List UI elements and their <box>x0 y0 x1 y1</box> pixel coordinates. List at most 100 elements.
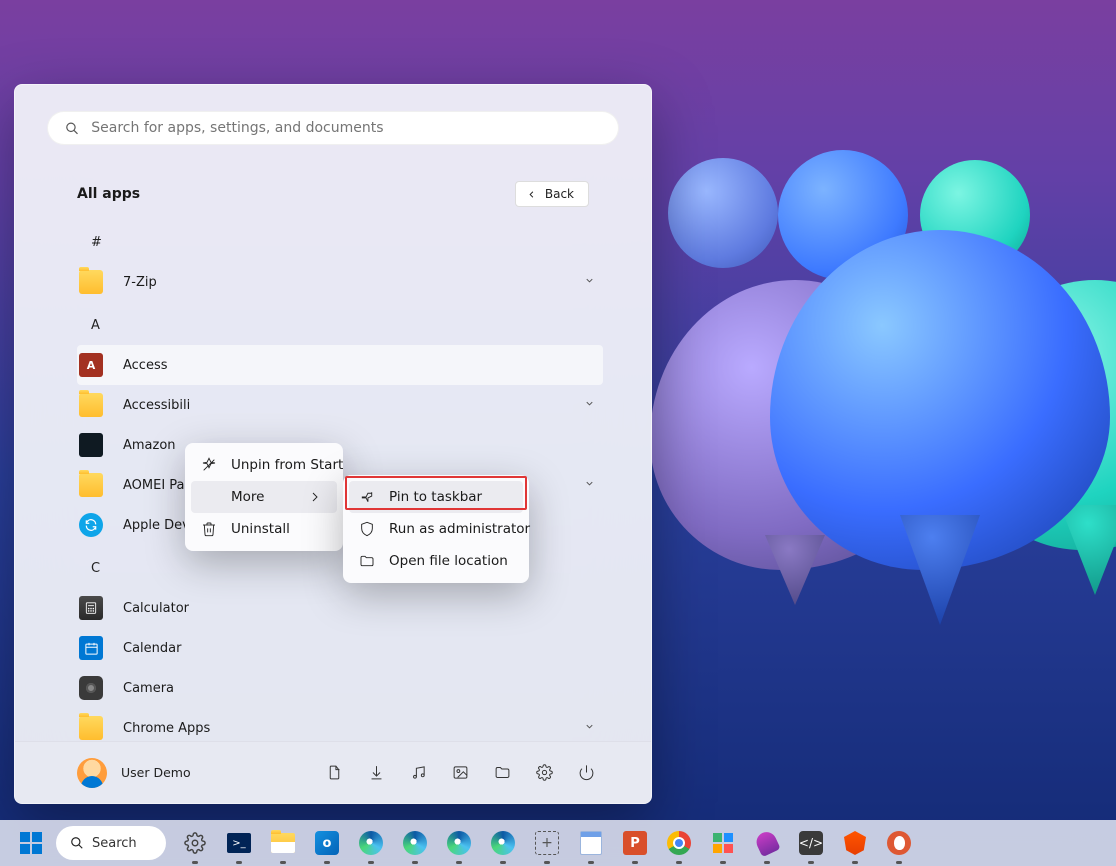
app-camera[interactable]: Camera <box>77 668 603 708</box>
power-icon[interactable] <box>577 764 595 782</box>
amazon-icon <box>79 433 103 457</box>
app-label: 7-Zip <box>123 275 157 290</box>
start-button[interactable] <box>12 826 50 860</box>
calculator-icon <box>79 596 103 620</box>
settings-icon[interactable] <box>535 764 553 782</box>
edge-dev-icon <box>447 831 471 855</box>
taskbar: Search >_ o P </> <box>0 820 1116 866</box>
taskbar-settings[interactable] <box>176 826 214 860</box>
folder-icon <box>79 473 103 497</box>
ctx-uninstall[interactable]: Uninstall <box>191 513 337 545</box>
search-icon <box>65 121 79 136</box>
taskbar-snipping-tool[interactable] <box>528 826 566 860</box>
taskbar-chrome[interactable] <box>660 826 698 860</box>
taskbar-search-label: Search <box>92 836 137 851</box>
app-calculator[interactable]: Calculator <box>77 588 603 628</box>
pin-icon <box>359 489 375 505</box>
chevron-down-icon <box>584 275 595 290</box>
documents-icon[interactable] <box>325 764 343 782</box>
downloads-icon[interactable] <box>367 764 385 782</box>
context-menu-app: Unpin from Start More Uninstall <box>185 443 343 551</box>
chrome-icon <box>667 831 691 855</box>
notepad-icon <box>580 831 602 855</box>
taskbar-outlook[interactable]: o <box>308 826 346 860</box>
taskbar-search[interactable]: Search <box>56 826 166 860</box>
username[interactable]: User Demo <box>121 765 191 780</box>
app-label: Calculator <box>123 601 189 616</box>
music-icon[interactable] <box>409 764 427 782</box>
app-7zip[interactable]: 7-Zip <box>77 262 603 302</box>
app-accessibility[interactable]: Accessibili <box>77 385 603 425</box>
powertoys-icon <box>711 831 735 855</box>
taskbar-terminal[interactable]: >_ <box>220 826 258 860</box>
snip-icon <box>535 831 559 855</box>
app-label: Calendar <box>123 641 181 656</box>
ctx-more[interactable]: More <box>191 481 337 513</box>
taskbar-edge-beta[interactable] <box>396 826 434 860</box>
chevron-down-icon <box>584 398 595 413</box>
chevron-down-icon <box>584 478 595 493</box>
gear-icon <box>184 832 206 854</box>
trash-icon <box>201 521 217 537</box>
edge-beta-icon <box>403 831 427 855</box>
ctx-open-location[interactable]: Open file location <box>349 545 523 577</box>
ctx-label: Run as administrator <box>389 521 530 537</box>
ctx-label: Unpin from Start <box>231 457 343 473</box>
powerpoint-icon: P <box>623 831 647 855</box>
taskbar-powerpoint[interactable]: P <box>616 826 654 860</box>
taskbar-brave[interactable] <box>836 826 874 860</box>
folder-open-icon <box>359 553 375 569</box>
app-calendar[interactable]: Calendar <box>77 628 603 668</box>
outlook-icon: o <box>315 831 339 855</box>
taskbar-devhome[interactable]: </> <box>792 826 830 860</box>
taskbar-paint[interactable] <box>748 826 786 860</box>
camera-icon <box>79 676 103 700</box>
paint-icon <box>753 829 780 857</box>
start-menu: All apps Back # 7-Zip A A Access Accessi… <box>14 84 652 804</box>
access-icon: A <box>79 353 103 377</box>
terminal-icon: >_ <box>227 833 251 853</box>
taskbar-edge[interactable] <box>352 826 390 860</box>
brave-icon <box>844 831 866 855</box>
calendar-icon <box>79 636 103 660</box>
all-apps-title: All apps <box>77 186 140 202</box>
app-label: Chrome Apps <box>123 721 210 736</box>
user-avatar[interactable] <box>77 758 107 788</box>
chevron-left-icon <box>526 189 537 200</box>
search-input[interactable] <box>91 120 601 136</box>
taskbar-duckduckgo[interactable] <box>880 826 918 860</box>
search-icon <box>70 836 84 850</box>
taskbar-notepad[interactable] <box>572 826 610 860</box>
section-hash[interactable]: # <box>77 215 603 262</box>
folder-icon <box>79 270 103 294</box>
ctx-run-admin[interactable]: Run as administrator <box>349 513 523 545</box>
back-label: Back <box>545 187 574 201</box>
folder-icon <box>79 716 103 740</box>
search-box[interactable] <box>47 111 619 145</box>
taskbar-edge-canary[interactable] <box>484 826 522 860</box>
context-menu-more: Pin to taskbar Run as administrator Open… <box>343 475 529 583</box>
sync-icon <box>79 513 103 537</box>
taskbar-edge-dev[interactable] <box>440 826 478 860</box>
ctx-label: Uninstall <box>231 521 290 537</box>
file-explorer-icon[interactable] <box>493 764 511 782</box>
edge-icon <box>359 831 383 855</box>
app-label: Amazon <box>123 438 176 453</box>
start-menu-footer: User Demo <box>15 741 651 803</box>
devhome-icon: </> <box>799 831 823 855</box>
ctx-label: Open file location <box>389 553 508 569</box>
taskbar-file-explorer[interactable] <box>264 826 302 860</box>
app-label: Accessibili <box>123 398 190 413</box>
app-access[interactable]: A Access <box>77 345 603 385</box>
ctx-unpin-start[interactable]: Unpin from Start <box>191 449 337 481</box>
taskbar-powertoys[interactable] <box>704 826 742 860</box>
chevron-right-icon <box>307 489 323 505</box>
app-label: Access <box>123 358 168 373</box>
pictures-icon[interactable] <box>451 764 469 782</box>
ctx-pin-taskbar[interactable]: Pin to taskbar <box>349 481 523 513</box>
folder-icon <box>79 393 103 417</box>
app-chrome-apps[interactable]: Chrome Apps <box>77 708 603 741</box>
section-a[interactable]: A <box>77 302 603 345</box>
back-button[interactable]: Back <box>515 181 589 207</box>
edge-canary-icon <box>491 831 515 855</box>
